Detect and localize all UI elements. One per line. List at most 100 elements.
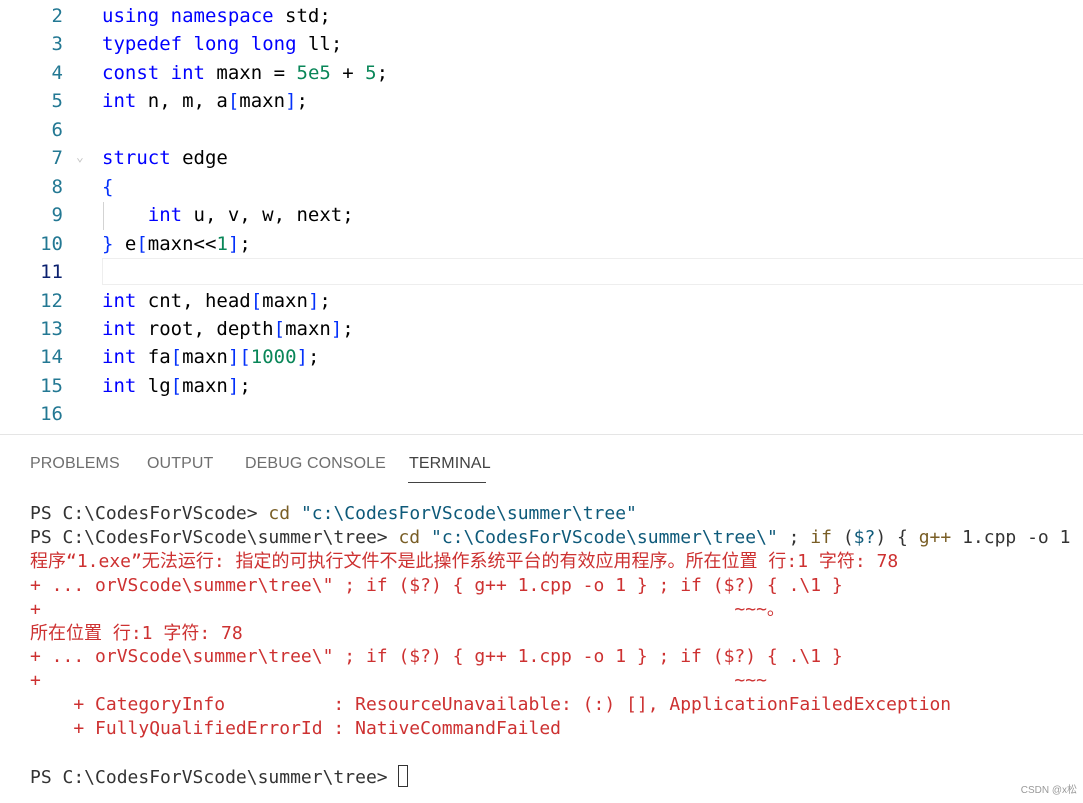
code-token: [: [170, 346, 183, 369]
line-number: 8: [51, 175, 63, 198]
terminal-token: PS C:\CodesForVScode>: [30, 503, 269, 524]
line-number: 16: [40, 403, 63, 426]
code-token: ;: [239, 232, 251, 255]
tab-debug-console[interactable]: DEBUG CONSOLE: [245, 454, 386, 474]
code-token: maxn =: [204, 61, 297, 84]
line-number: 15: [40, 374, 63, 397]
code-token: [: [227, 90, 240, 113]
line-number: 7: [51, 147, 63, 170]
code-token: maxn<<: [147, 232, 217, 255]
code-token: lg: [136, 374, 171, 397]
code-line[interactable]: 10 } e[maxn<<1];: [0, 230, 1083, 258]
tab-problems[interactable]: PROBLEMS: [30, 454, 120, 474]
code-token: [: [273, 317, 286, 340]
code-token: int: [102, 374, 137, 397]
line-number: 13: [40, 317, 63, 340]
terminal-token: ) {: [875, 526, 919, 548]
code-line[interactable]: 9 int u, v, w, next;: [0, 201, 1083, 229]
code-line[interactable]: 13 int root, depth[maxn];: [0, 315, 1083, 343]
terminal-token: PS C:\CodesForVScode\summer\tree>: [30, 526, 399, 548]
line-number: 5: [51, 90, 63, 113]
code-line[interactable]: 16: [0, 400, 1083, 428]
terminal-token: $?: [853, 526, 876, 548]
terminal-token: PS C:\CodesForVScode\summer\tree>: [30, 766, 399, 788]
code-token: edge: [170, 147, 228, 170]
terminal-token: + ... orVScode\summer\tree\" ; if ($?) {…: [30, 574, 843, 596]
code-token: cnt, head: [136, 289, 251, 312]
code-token: ]: [285, 90, 297, 113]
code-line[interactable]: 3 typedef long long ll;: [0, 30, 1083, 58]
code-token: struct: [102, 147, 171, 170]
tab-output[interactable]: OUTPUT: [147, 454, 213, 474]
code-line[interactable]: 6: [0, 116, 1083, 144]
line-code: } e[maxn<<1];: [102, 230, 251, 258]
code-line[interactable]: 14 int fa[maxn][1000];: [0, 343, 1083, 371]
line-code: int n, m, a[maxn];: [102, 87, 308, 115]
terminal-token: cd: [398, 526, 421, 548]
terminal-token: + FullyQualifiedErrorId : NativeCommandF…: [30, 718, 562, 740]
terminal-token: if: [810, 526, 832, 548]
code-token: maxn: [285, 317, 331, 340]
line-code: struct edge: [102, 144, 228, 172]
line-code: typedef long long ll;: [102, 30, 342, 58]
line-number: 9: [51, 204, 63, 227]
code-line[interactable]: 12 int cnt, head[maxn];: [0, 287, 1083, 315]
line-number: 11: [40, 261, 63, 284]
code-token: int: [147, 204, 183, 227]
code-line[interactable]: 5 int n, m, a[maxn];: [0, 87, 1083, 115]
code-token: root, depth: [136, 317, 274, 340]
terminal-token: 程序“1.exe”无法运行: 指定的可执行文件不是此操作系统平台的有效应用程序。…: [30, 550, 899, 572]
code-token: const: [102, 61, 160, 84]
code-token: ;: [342, 317, 354, 340]
code-line[interactable]: 11: [0, 258, 1083, 286]
terminal-token: cd: [268, 503, 291, 524]
line-code: int root, depth[maxn];: [102, 315, 354, 343]
code-token: std;: [273, 5, 331, 27]
code-token: ]: [227, 374, 240, 397]
code-line[interactable]: 2 using namespace std;: [0, 2, 1083, 30]
line-code: int u, v, w, next;: [102, 201, 354, 229]
terminal-line: + ~~~: [30, 669, 767, 693]
terminal-token: + CategoryInfo : ResourceUnavailable: (:…: [30, 694, 952, 716]
code-token: maxn: [182, 374, 228, 397]
code-token: 1: [216, 232, 228, 255]
code-token: long: [193, 33, 240, 56]
terminal-line: + ... orVScode\summer\tree\" ; if ($?) {…: [30, 574, 843, 598]
line-code: using namespace std;: [102, 2, 331, 30]
terminal-line: PS C:\CodesForVScode\summer\tree>: [30, 764, 409, 790]
code-editor[interactable]: 2 using namespace std; 3 typedef long long …: [0, 0, 1083, 433]
code-token: using: [102, 5, 160, 27]
code-token: long: [250, 33, 297, 56]
code-token: ]: [227, 346, 240, 369]
fold-chevron-icon[interactable]: ⌄: [76, 144, 90, 172]
line-code: int fa[maxn][1000];: [102, 343, 319, 371]
terminal-token: ;: [777, 526, 811, 548]
code-line[interactable]: 4 const int maxn = 5e5 + 5;: [0, 59, 1083, 87]
terminal-cursor: [398, 764, 409, 787]
code-token: }: [102, 232, 114, 255]
code-line[interactable]: 8{: [0, 173, 1083, 201]
line-number: 2: [51, 5, 63, 27]
line-number: 6: [51, 118, 63, 141]
code-line[interactable]: 7 ⌄ struct edge: [0, 144, 1083, 172]
terminal-token: 1.cpp -o 1: [951, 526, 1071, 548]
terminal-token: + ~~~: [30, 670, 767, 692]
line-number: 12: [40, 289, 63, 312]
line-code: const int maxn = 5e5 + 5;: [102, 59, 388, 87]
terminal-line: PS C:\CodesForVScode\summer\tree> cd "c:…: [30, 526, 1070, 550]
line-number: 10: [40, 232, 63, 255]
code-token: [: [170, 374, 183, 397]
tab-terminal[interactable]: TERMINAL: [409, 454, 491, 474]
terminal-line: + ... orVScode\summer\tree\" ; if ($?) {…: [30, 645, 843, 669]
terminal-token: "c:\CodesForVScode\summer\tree": [300, 503, 637, 524]
terminal-line: + CategoryInfo : ResourceUnavailable: (:…: [30, 693, 951, 717]
code-token: e: [113, 232, 137, 255]
line-number: 4: [51, 61, 63, 84]
line-number: 14: [40, 346, 63, 369]
bottom-panel: PROBLEMS OUTPUT DEBUG CONSOLE TERMINAL P…: [0, 434, 1083, 803]
code-line[interactable]: 15 int lg[maxn];: [0, 372, 1083, 400]
